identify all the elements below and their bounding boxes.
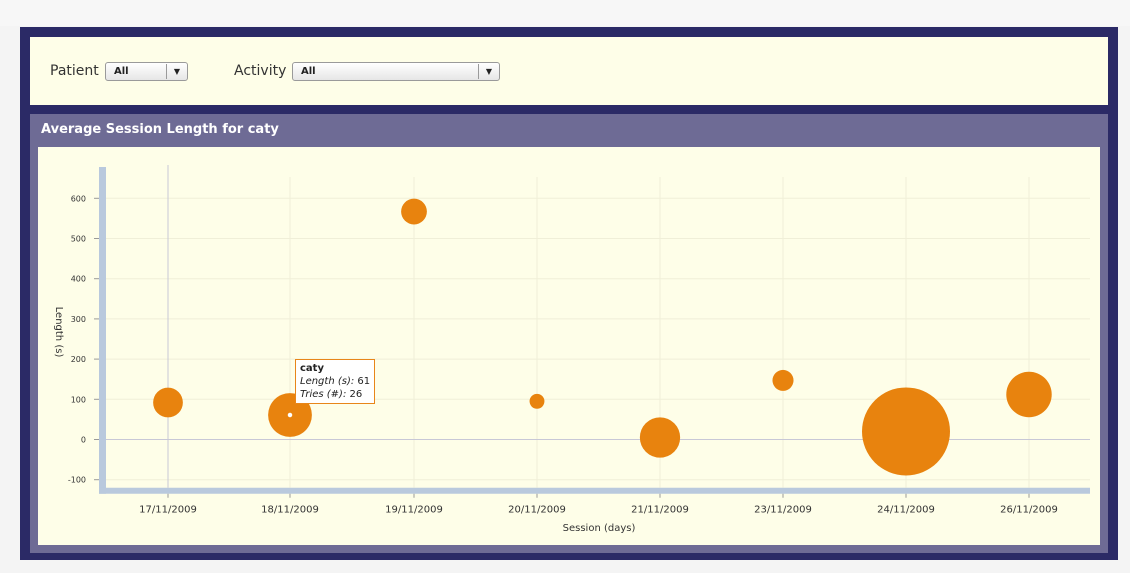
- x-tick-label: 19/11/2009: [385, 505, 443, 516]
- x-tick-label: 21/11/2009: [631, 505, 689, 516]
- y-tick-label: -100: [68, 476, 86, 485]
- bubble-chart: -100 0 100 200 300 400 500 600 17/11/2009 18/11/2…: [53, 165, 1090, 534]
- y-tick-label: 100: [71, 395, 86, 404]
- tooltip-title: caty: [300, 362, 324, 374]
- data-bubble: [1006, 371, 1052, 418]
- x-tick-label: 23/11/2009: [754, 505, 812, 516]
- activity-select[interactable]: All ▼: [292, 62, 500, 81]
- y-tick-label: 400: [71, 275, 86, 284]
- x-tick-label: 24/11/2009: [877, 505, 935, 516]
- chevron-down-icon[interactable]: ▼: [478, 64, 499, 79]
- data-tooltip: caty Length (s): 61 Tries (#): 26: [295, 358, 376, 404]
- patient-select[interactable]: All ▼: [105, 62, 188, 81]
- x-axis-title: Session (days): [563, 523, 636, 534]
- patient-label: Patient: [50, 63, 99, 79]
- y-axis-title: Length (s): [53, 307, 64, 358]
- data-bubble: [639, 417, 681, 458]
- app-frame: Patient All ▼ Activity All ▼ Average Ses…: [20, 27, 1118, 560]
- hover-marker: [286, 411, 294, 419]
- x-tick-label: 17/11/2009: [139, 505, 197, 516]
- patient-select-value: All: [114, 66, 129, 77]
- activity-label: Activity: [234, 63, 287, 79]
- data-bubble: [772, 369, 794, 391]
- y-tick-label: 0: [81, 436, 86, 445]
- x-tick-label: 18/11/2009: [261, 505, 319, 516]
- y-tick-label: 600: [71, 194, 86, 203]
- chart-panel: Average Session Length for caty -100 0 100…: [30, 114, 1108, 553]
- y-tick-label: 500: [71, 235, 86, 244]
- data-bubble: [529, 393, 545, 409]
- y-tick-label: 200: [71, 355, 86, 364]
- y-tick-label: 300: [71, 315, 86, 324]
- x-tick-label: 26/11/2009: [1000, 505, 1058, 516]
- panel-title: Average Session Length for caty: [41, 122, 279, 137]
- tooltip-tries-value: 26: [349, 388, 363, 400]
- x-tick-label: 20/11/2009: [508, 505, 566, 516]
- chevron-down-icon[interactable]: ▼: [166, 64, 187, 79]
- data-bubble: [862, 387, 950, 476]
- y-axis-band: [99, 167, 106, 494]
- tooltip-length-value: 61: [357, 375, 371, 387]
- top-strip: [0, 0, 1130, 26]
- tooltip-tries-label: Tries (#):: [300, 388, 347, 400]
- activity-select-value: All: [301, 66, 316, 77]
- tooltip-length-label: Length (s):: [300, 375, 355, 387]
- filter-panel: Patient All ▼ Activity All ▼: [30, 37, 1108, 105]
- data-bubble: [153, 387, 183, 418]
- x-axis-band: [99, 487, 1090, 494]
- chart-area: -100 0 100 200 300 400 500 600 17/11/2009 18/11/2…: [38, 147, 1100, 545]
- data-bubble: [401, 198, 427, 225]
